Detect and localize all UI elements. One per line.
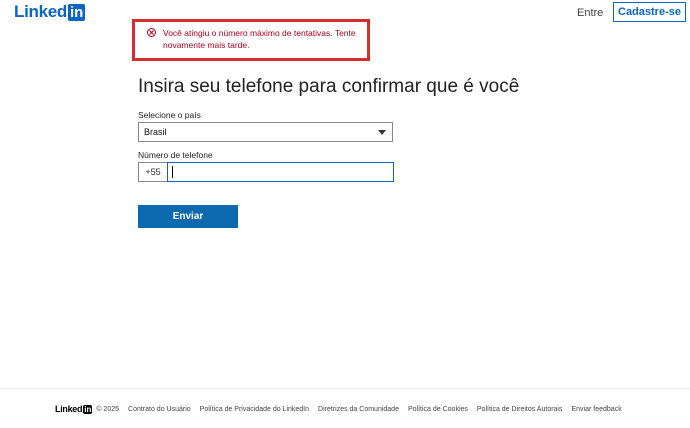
logo-text: Linked xyxy=(14,2,67,21)
chevron-down-icon xyxy=(378,130,386,135)
footer-link-privacy[interactable]: Política de Privacidade do LinkedIn xyxy=(200,406,309,413)
phone-label: Número de telefone xyxy=(138,150,213,160)
error-alert: Você atingiu o número máximo de tentativ… xyxy=(132,19,370,61)
phone-input[interactable] xyxy=(167,162,394,182)
error-message: Você atingiu o número máximo de tentativ… xyxy=(163,28,356,50)
footer-link-cookies[interactable]: Política de Cookies xyxy=(408,406,468,413)
footer-divider xyxy=(0,388,690,389)
phone-country-code: +55 xyxy=(138,162,167,182)
country-select[interactable]: Brasil xyxy=(138,122,393,142)
footer-link-copyright-policy[interactable]: Política de Direitos Autorais xyxy=(477,406,563,413)
text-caret xyxy=(172,166,173,178)
country-select-value: Brasil xyxy=(144,127,167,137)
footer-copyright: © 2025 xyxy=(96,405,120,413)
logo-box: in xyxy=(68,3,86,21)
signin-link[interactable]: Entre xyxy=(577,7,603,19)
submit-button[interactable]: Enviar xyxy=(138,205,238,228)
footer-logo[interactable]: Linked in xyxy=(55,404,93,414)
footer: Linked in © 2025 Contrato do Usuário Pol… xyxy=(55,404,631,414)
page-title: Insira seu telefone para confirmar que é… xyxy=(138,76,520,97)
linkedin-logo[interactable]: Linked in xyxy=(14,2,86,22)
footer-link-user-agreement[interactable]: Contrato do Usuário xyxy=(128,406,191,413)
signup-button[interactable]: Cadastre-se xyxy=(613,2,686,22)
phone-field-group: +55 xyxy=(138,162,394,182)
footer-link-feedback[interactable]: Enviar feedback xyxy=(572,406,622,413)
footer-logo-text: Linked xyxy=(55,404,83,414)
footer-logo-box: in xyxy=(83,404,93,414)
country-label: Selecione o país xyxy=(138,110,201,120)
footer-link-community[interactable]: Diretrizes da Comunidade xyxy=(318,406,399,413)
error-circle-x-icon xyxy=(147,28,156,37)
